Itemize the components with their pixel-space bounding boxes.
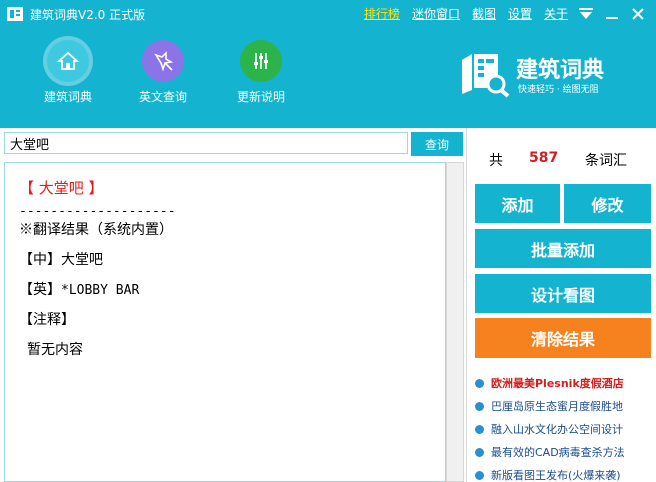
result-heading: ※翻译结果（系统内置） bbox=[19, 222, 173, 238]
about-link[interactable]: 关于 bbox=[544, 5, 568, 22]
toolbar: 建筑词典 英文查询 更新说明 建筑词典 快速轻巧 · 绘图无阻 bbox=[0, 28, 656, 118]
news-item[interactable]: 新版看图王发布(火爆来袭) bbox=[467, 464, 656, 482]
news-item[interactable]: 欧洲最美Plesnik度假酒店 bbox=[467, 372, 656, 395]
title-bar: 建筑词典V2.0 正式版 排行榜 迷你窗口 截图 设置 关于 bbox=[0, 0, 656, 28]
tool-update-notes[interactable]: 更新说明 bbox=[226, 40, 296, 105]
top-links: 排行榜 迷你窗口 截图 设置 关于 bbox=[352, 5, 646, 22]
result-english-value: *LOBBY BAR bbox=[61, 283, 140, 298]
bullet-icon bbox=[475, 425, 484, 434]
tool-english-query[interactable]: 英文查询 bbox=[128, 40, 198, 105]
app-title: 建筑词典V2.0 正式版 bbox=[30, 8, 146, 22]
count-prefix: 共 bbox=[489, 153, 503, 169]
news-list: 欧洲最美Plesnik度假酒店 巴厘岛原生态蜜月度假胜地 融入山水文化办公空间设… bbox=[467, 372, 656, 482]
minimize-icon[interactable] bbox=[604, 7, 620, 21]
bullet-icon bbox=[475, 471, 484, 480]
query-pane: 查询 【 大堂吧 】 -------------------- ※翻译结果（系统… bbox=[0, 128, 466, 482]
screenshot-link[interactable]: 截图 bbox=[472, 5, 496, 22]
news-item[interactable]: 最有效的CAD病毒查杀方法 bbox=[467, 441, 656, 464]
news-item-text: 最有效的CAD病毒查杀方法 bbox=[491, 446, 625, 459]
word-count: 共 587 条词汇 bbox=[467, 148, 656, 172]
app-window: 建筑词典V2.0 正式版 排行榜 迷你窗口 截图 设置 关于 建筑词典 英文查询… bbox=[0, 0, 656, 482]
brand-title: 建筑词典 bbox=[516, 58, 605, 83]
result-scrollbar[interactable] bbox=[446, 162, 464, 482]
news-item-text: 欧洲最美Plesnik度假酒店 bbox=[491, 377, 624, 390]
tool-dictionary-label: 建筑词典 bbox=[43, 90, 92, 104]
news-item-text: 融入山水文化办公空间设计 bbox=[491, 423, 623, 436]
result-chinese: 【中】大堂吧 bbox=[19, 252, 103, 268]
add-button[interactable]: 添加 bbox=[475, 184, 560, 223]
edit-button[interactable]: 修改 bbox=[564, 184, 651, 223]
book-search-icon bbox=[462, 54, 510, 98]
tool-update-notes-label: 更新说明 bbox=[236, 90, 285, 104]
result-english-prefix: 【英】 bbox=[19, 282, 61, 298]
sliders-icon bbox=[240, 40, 282, 82]
home-icon bbox=[47, 40, 89, 82]
mini-window-link[interactable]: 迷你窗口 bbox=[412, 5, 460, 22]
count-value: 587 bbox=[529, 150, 559, 166]
news-item[interactable]: 巴厘岛原生态蜜月度假胜地 bbox=[467, 395, 656, 418]
search-input[interactable] bbox=[4, 132, 408, 154]
news-item[interactable]: 融入山水文化办公空间设计 bbox=[467, 418, 656, 441]
news-item-text: 巴厘岛原生态蜜月度假胜地 bbox=[491, 400, 623, 413]
result-panel: 【 大堂吧 】 -------------------- ※翻译结果（系统内置）… bbox=[4, 162, 446, 482]
side-panel: 共 587 条词汇 添加 修改 批量添加 设计看图 清除结果 欧洲最美Plesn… bbox=[466, 128, 656, 482]
close-icon[interactable] bbox=[630, 7, 646, 21]
brand-subtitle: 快速轻巧 · 绘图无阻 bbox=[518, 85, 599, 95]
result-note-label: 【注释】 bbox=[19, 312, 75, 328]
design-view-button[interactable]: 设计看图 bbox=[475, 274, 651, 313]
clear-results-button[interactable]: 清除结果 bbox=[475, 318, 651, 358]
bullet-icon bbox=[475, 448, 484, 457]
result-title: 【 大堂吧 】 bbox=[19, 179, 104, 197]
brand-logo: 建筑词典 快速轻巧 · 绘图无阻 bbox=[460, 48, 620, 100]
tool-english-query-label: 英文查询 bbox=[138, 90, 187, 104]
count-unit: 条词汇 bbox=[585, 153, 627, 169]
tool-dictionary[interactable]: 建筑词典 bbox=[33, 40, 103, 105]
result-separator: -------------------- bbox=[19, 204, 176, 219]
rank-link[interactable]: 排行榜 bbox=[364, 5, 400, 22]
bullet-icon bbox=[475, 402, 484, 411]
query-button[interactable]: 查询 bbox=[411, 132, 463, 156]
news-item-text: 新版看图王发布(火爆来袭) bbox=[491, 469, 621, 482]
magic-wand-icon bbox=[142, 40, 184, 82]
result-note-value: 暂无内容 bbox=[27, 342, 83, 358]
batch-add-button[interactable]: 批量添加 bbox=[475, 229, 651, 268]
settings-link[interactable]: 设置 bbox=[508, 5, 532, 22]
bullet-icon bbox=[475, 379, 484, 388]
dropdown-menu-icon[interactable] bbox=[578, 7, 594, 21]
result-english-row: 【英】*LOBBY BAR bbox=[19, 279, 431, 299]
app-logo-icon bbox=[7, 7, 23, 21]
